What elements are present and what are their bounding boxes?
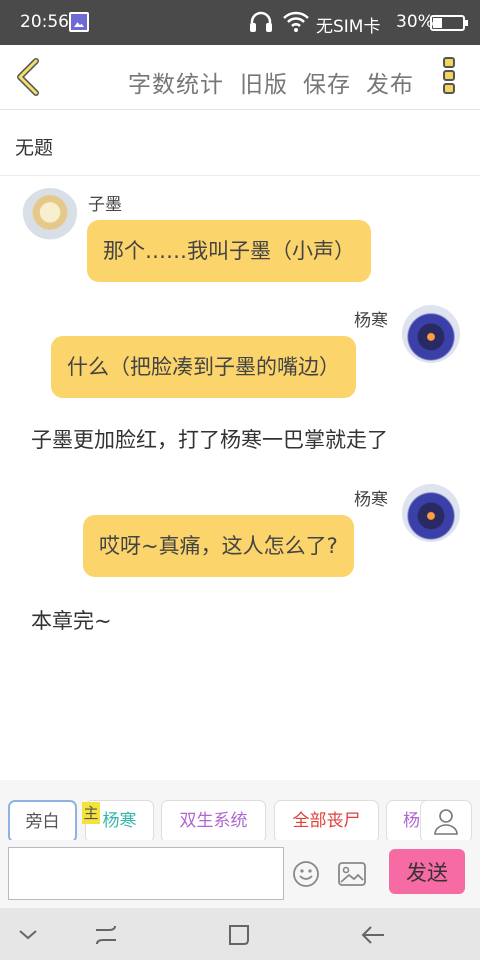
avatar-yanghan[interactable]: [402, 305, 460, 363]
back-icon[interactable]: [360, 922, 386, 948]
chip-shuangsheng-system[interactable]: 双生系统: [161, 800, 266, 843]
back-chevron-icon: [17, 58, 39, 96]
carrier-label: 无SIM卡: [316, 17, 381, 37]
publish-button[interactable]: 发布: [366, 65, 414, 99]
contact-icon: [434, 809, 458, 835]
message-input[interactable]: [8, 847, 284, 900]
headset-icon: [250, 11, 272, 32]
save-button[interactable]: 保存: [303, 65, 351, 99]
wifi-icon: [283, 11, 309, 32]
speaker-name: 杨寒: [354, 490, 388, 510]
emoji-button[interactable]: [292, 860, 320, 888]
narration-text[interactable]: 本章完~: [31, 605, 112, 635]
chip-all-zombies[interactable]: 全部丧尸: [274, 800, 379, 843]
status-bar: 20:56 无SIM卡 30%: [0, 0, 480, 45]
title-row[interactable]: 无题: [0, 110, 480, 176]
avatar-yanghan[interactable]: [402, 484, 460, 542]
speaker-name: 子墨: [88, 195, 122, 215]
host-tag: 主: [82, 802, 100, 824]
more-icon[interactable]: [440, 57, 458, 99]
battery-fill: [433, 18, 442, 28]
home-icon[interactable]: [226, 922, 252, 948]
emoji-icon: [293, 861, 319, 887]
status-time: 20:56: [20, 12, 69, 32]
message-bubble[interactable]: 哎呀~真痛，这人怎么了?: [83, 515, 354, 577]
speaker-name: 杨寒: [354, 311, 388, 331]
back-button[interactable]: [12, 57, 48, 97]
message-bubble[interactable]: 什么（把脸凑到子墨的嘴边）: [51, 336, 356, 398]
gallery-icon: [69, 12, 89, 32]
battery-percent: 30%: [396, 12, 434, 32]
avatar-zimo[interactable]: [21, 188, 79, 246]
word-count-button[interactable]: 字数统计: [128, 65, 224, 99]
character-chips: 旁白 杨寒 双生系统 全部丧尸 杨: [0, 780, 480, 843]
old-version-button[interactable]: 旧版: [240, 65, 288, 99]
menu-icon[interactable]: [93, 922, 119, 948]
document-title: 无题: [15, 137, 54, 159]
editor-toolbar: 字数统计 旧版 保存 发布: [0, 45, 480, 110]
composer: 发送: [0, 840, 480, 908]
battery-icon: [430, 15, 468, 31]
send-button[interactable]: 发送: [389, 849, 465, 894]
narration-text[interactable]: 子墨更加脸红，打了杨寒一巴掌就走了: [31, 424, 388, 454]
message-bubble[interactable]: 那个……我叫子墨（小声）: [87, 220, 371, 282]
contact-button[interactable]: [420, 800, 472, 843]
image-icon: [338, 862, 366, 886]
chip-narrator[interactable]: 旁白: [8, 800, 77, 843]
image-button[interactable]: [337, 861, 367, 887]
system-nav-bar: [0, 908, 480, 960]
chevron-down-icon[interactable]: [16, 922, 40, 946]
